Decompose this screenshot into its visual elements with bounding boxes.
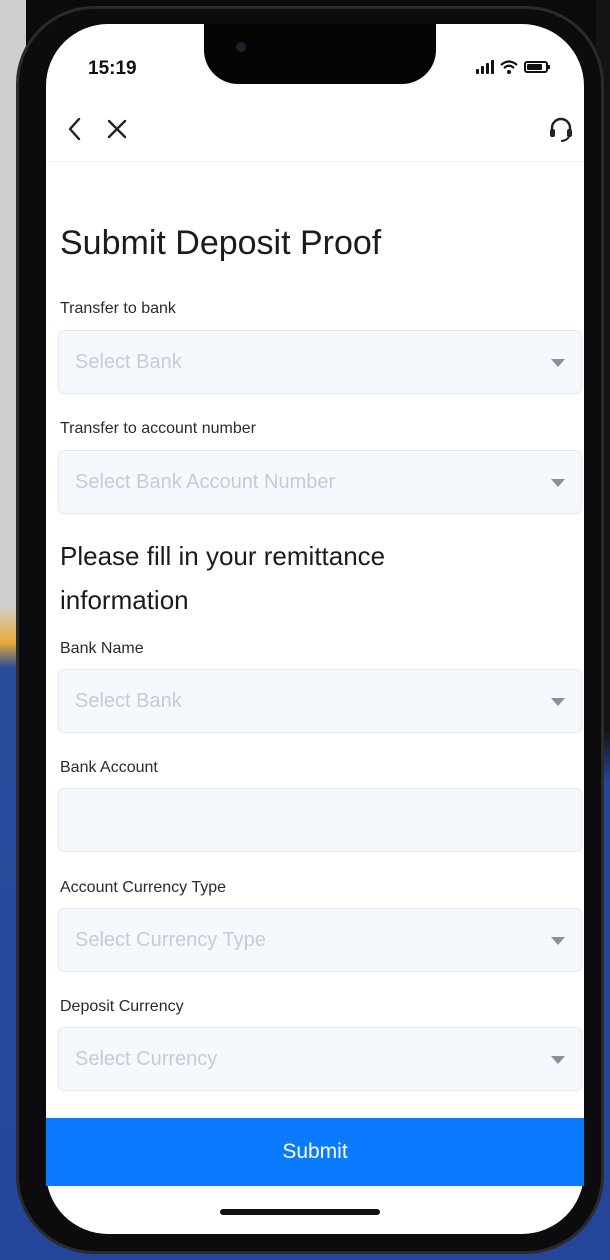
battery-icon bbox=[524, 61, 550, 73]
top-nav-bar bbox=[46, 100, 584, 162]
bank-account-input[interactable] bbox=[58, 788, 582, 852]
home-indicator bbox=[220, 1209, 380, 1215]
currency-type-placeholder: Select Currency Type bbox=[75, 929, 266, 951]
page-title: Submit Deposit Proof bbox=[60, 224, 382, 262]
bank-account-label: Bank Account bbox=[60, 759, 158, 776]
close-icon[interactable] bbox=[104, 114, 130, 144]
remittance-section-heading: Please fill in your remittance informati… bbox=[60, 541, 386, 615]
notch bbox=[204, 24, 436, 84]
bank-name-select[interactable]: Select Bank bbox=[58, 669, 582, 733]
currency-type-label: Account Currency Type bbox=[60, 879, 227, 896]
transfer-account-placeholder: Select Bank Account Number bbox=[75, 471, 336, 493]
status-time: 15:19 bbox=[88, 58, 137, 79]
transfer-bank-select[interactable]: Select Bank bbox=[58, 330, 582, 394]
front-camera bbox=[236, 42, 246, 52]
back-chevron-icon[interactable] bbox=[62, 114, 88, 144]
transfer-account-select[interactable]: Select Bank Account Number bbox=[58, 450, 582, 514]
wifi-icon bbox=[500, 60, 518, 74]
caret-down-icon bbox=[551, 479, 565, 487]
deposit-currency-label: Deposit Currency bbox=[60, 998, 184, 1015]
caret-down-icon bbox=[551, 359, 565, 367]
submit-button[interactable]: Submit bbox=[46, 1118, 584, 1186]
deposit-currency-placeholder: Select Currency bbox=[75, 1048, 218, 1070]
status-icons bbox=[476, 56, 572, 78]
bank-name-placeholder: Select Bank bbox=[75, 690, 182, 712]
headset-support-icon[interactable] bbox=[546, 114, 576, 144]
deposit-currency-select[interactable]: Select Currency bbox=[58, 1027, 582, 1091]
caret-down-icon bbox=[551, 937, 565, 945]
bank-name-label: Bank Name bbox=[60, 640, 144, 657]
transfer-bank-placeholder: Select Bank bbox=[75, 351, 182, 373]
signal-icon bbox=[476, 60, 494, 74]
caret-down-icon bbox=[551, 1056, 565, 1064]
caret-down-icon bbox=[551, 698, 565, 706]
currency-type-select[interactable]: Select Currency Type bbox=[58, 908, 582, 972]
transfer-bank-label: Transfer to bank bbox=[60, 300, 176, 317]
transfer-account-label: Transfer to account number bbox=[60, 420, 256, 437]
